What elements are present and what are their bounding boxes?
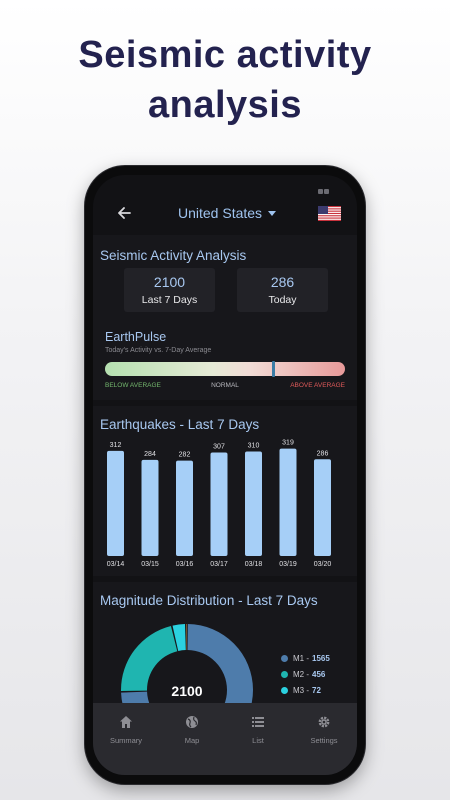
nav-label: Settings xyxy=(310,736,338,745)
legend-value: 1565 xyxy=(312,653,330,663)
bar-03/20 xyxy=(314,459,331,556)
stat-label: Today xyxy=(268,294,297,306)
legend-label: M1 - xyxy=(293,653,309,663)
slice-M4 xyxy=(186,624,187,651)
x-tick-label: 03/19 xyxy=(279,561,297,568)
bar-value-label: 286 xyxy=(317,450,329,457)
magnitude-chart-card: Magnitude Distribution - Last 7 Days 210… xyxy=(93,582,357,712)
arrow-left-icon[interactable] xyxy=(115,203,135,223)
x-tick-label: 03/17 xyxy=(210,561,228,568)
bottom-navigation: Summary Map List Settings xyxy=(93,703,357,775)
country-selector[interactable]: United States xyxy=(178,202,277,224)
home-icon xyxy=(120,716,132,728)
bar-03/14 xyxy=(107,450,124,556)
headline: Seismic activity analysis xyxy=(0,30,450,130)
phone-frame: United States Seismic Activity Analysis … xyxy=(85,166,365,784)
earthquakes-chart-card: Earthquakes - Last 7 Days 312 03/14 284 03/… xyxy=(93,406,357,576)
x-tick-label: 03/20 xyxy=(314,561,332,568)
x-tick-label: 03/14 xyxy=(107,561,125,568)
nav-label: Summary xyxy=(109,736,143,745)
label-above-average: ABOVE AVERAGE xyxy=(290,382,345,389)
analysis-title: Seismic Activity Analysis xyxy=(100,248,247,263)
globe-icon xyxy=(186,716,198,728)
us-flag-icon xyxy=(318,206,341,221)
bar-value-label: 284 xyxy=(144,451,156,458)
stat-today: 286 Today xyxy=(237,268,328,312)
bar-value-label: 282 xyxy=(179,452,191,459)
bar-03/16 xyxy=(176,460,193,556)
bar-03/15 xyxy=(141,459,159,556)
bar-03/17 xyxy=(210,452,228,556)
bar-value-label: 312 xyxy=(110,442,122,449)
legend-value: 456 xyxy=(312,669,326,679)
app-screen: United States Seismic Activity Analysis … xyxy=(93,175,357,775)
x-tick-label: 03/18 xyxy=(245,561,263,568)
earthpulse-subtitle: Today's Activity vs. 7-Day Average xyxy=(105,347,212,354)
legend-label: M2 - xyxy=(293,669,309,679)
earthquakes-bar-chart: 312 03/14 284 03/15 282 03/16 307 03/17 310 03/18… xyxy=(107,440,332,568)
legend-swatch xyxy=(281,654,288,662)
legend-swatch xyxy=(281,670,288,678)
magnitude-donut-chart: 2100 xyxy=(121,624,253,712)
headline-line-1: Seismic activity xyxy=(78,34,372,76)
nav-label: List xyxy=(252,736,264,745)
donut-center-label: 2100 xyxy=(171,683,202,699)
legend-item-M2: M2 -456 xyxy=(281,666,357,682)
app-bar: United States xyxy=(93,193,357,233)
seismic-analysis-card: Seismic Activity Analysis 2100 Last 7 Da… xyxy=(93,235,357,400)
legend-item-M3: M3 -72 xyxy=(281,682,357,698)
nav-map[interactable]: Map xyxy=(159,703,225,775)
earthpulse-gauge xyxy=(105,361,345,377)
gear-icon xyxy=(318,716,330,728)
nav-label: Map xyxy=(184,736,200,745)
status-icons xyxy=(317,181,333,194)
earthpulse-title: EarthPulse xyxy=(105,330,167,344)
stat-value: 286 xyxy=(270,274,295,290)
nav-list[interactable]: List xyxy=(225,703,291,775)
legend-item-M1: M1 -1565 xyxy=(281,650,357,666)
bar-03/18 xyxy=(245,451,262,556)
magnitude-chart-title: Magnitude Distribution - Last 7 Days xyxy=(100,593,318,608)
headline-line-2: analysis xyxy=(148,84,302,126)
bar-value-label: 319 xyxy=(282,440,294,447)
bar-value-label: 310 xyxy=(248,442,260,449)
caret-down-icon xyxy=(268,210,277,216)
status-bar xyxy=(93,175,357,194)
legend-swatch xyxy=(281,686,288,694)
stat-last-7-days: 2100 Last 7 Days xyxy=(124,268,215,312)
stat-value: 2100 xyxy=(153,274,186,290)
slice-M2 xyxy=(121,625,178,691)
legend-label: M3 - xyxy=(293,685,309,695)
bar-03/19 xyxy=(279,448,297,556)
bar-value-label: 307 xyxy=(213,443,225,450)
earthpulse-scale: BELOW AVERAGE NORMAL ABOVE AVERAGE xyxy=(105,382,345,392)
stat-label: Last 7 Days xyxy=(141,294,198,306)
nav-settings[interactable]: Settings xyxy=(291,703,357,775)
legend-value: 72 xyxy=(312,685,321,695)
country-label: United States xyxy=(178,205,263,221)
x-tick-label: 03/16 xyxy=(176,561,194,568)
nav-summary[interactable]: Summary xyxy=(93,703,159,775)
earthpulse-marker xyxy=(271,361,275,377)
list-icon xyxy=(252,717,264,727)
x-tick-label: 03/15 xyxy=(141,561,159,568)
